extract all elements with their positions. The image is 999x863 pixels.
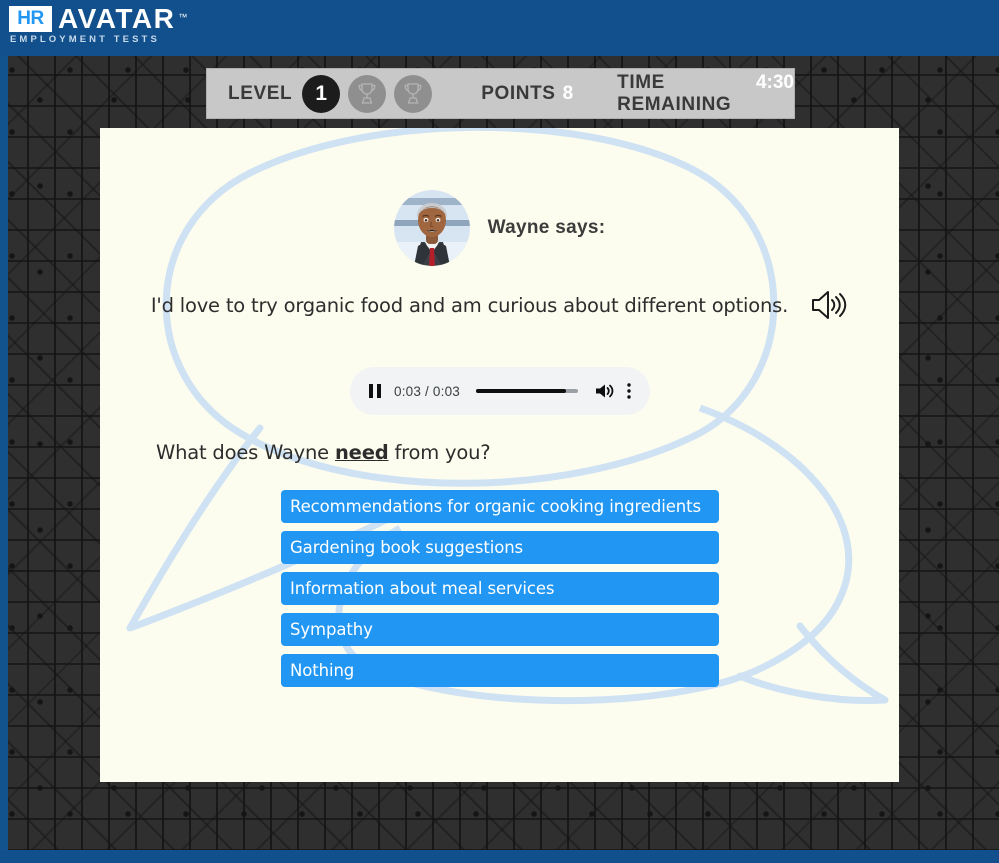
logo-tagline: EMPLOYMENT TESTS (10, 34, 160, 45)
level-label: LEVEL (228, 82, 293, 104)
points-value: 8 (562, 82, 574, 104)
audio-progress-fill (476, 389, 566, 393)
answer-option-1[interactable]: Recommendations for organic cooking ingr… (281, 490, 719, 523)
trademark-symbol: ™ (178, 12, 188, 22)
audio-player[interactable]: 0:03 / 0:03 (350, 367, 650, 415)
more-vertical-icon[interactable] (626, 382, 632, 400)
time-remaining-value: 4:30 (755, 71, 794, 93)
answer-options-list: Recommendations for organic cooking ingr… (281, 490, 719, 687)
app-header: HR AVATAR ™ EMPLOYMENT TESTS (0, 0, 999, 56)
volume-icon[interactable] (594, 382, 614, 400)
speaker-row: Wayne says: (100, 190, 899, 266)
logo-wordmark-text: AVATAR (58, 3, 176, 34)
dialogue-text: I'd love to try organic food and am curi… (150, 293, 789, 317)
app-footer (0, 850, 999, 863)
question-emphasis: need (334, 441, 389, 464)
trophy-icon-1 (348, 74, 387, 113)
level-group: LEVEL 1 (228, 74, 433, 113)
left-accent-strip (0, 56, 8, 851)
question-suffix: from you? (388, 441, 491, 464)
level-badge: 1 (302, 74, 341, 113)
speaker-icon[interactable] (810, 288, 848, 322)
pause-icon[interactable] (368, 383, 382, 399)
logo-hr-mark: HR (9, 6, 52, 32)
answer-option-4[interactable]: Sympathy (281, 613, 719, 646)
scenario-card: Wayne says: I'd love to try organic food… (100, 128, 899, 782)
logo-wordmark: AVATAR ™ (58, 3, 187, 34)
answer-option-5[interactable]: Nothing (281, 654, 719, 687)
question-text: What does Wayne need from you? (156, 441, 491, 464)
audio-progress-bar[interactable] (476, 389, 578, 393)
answer-option-3[interactable]: Information about meal services (281, 572, 719, 605)
audio-time-display: 0:03 / 0:03 (394, 383, 461, 399)
avatar (393, 190, 470, 266)
app-root: HR AVATAR ™ EMPLOYMENT TESTS LEVEL 1 POI… (0, 0, 999, 863)
dialogue-row: I'd love to try organic food and am curi… (100, 288, 899, 322)
game-status-bar: LEVEL 1 POINTS 8 TIME REMAINING 4:30 (206, 68, 795, 119)
brand-logo[interactable]: HR AVATAR ™ (9, 3, 187, 34)
points-group: POINTS 8 (481, 83, 573, 105)
time-remaining-group: TIME REMAINING 4:30 (617, 72, 794, 116)
trophy-icon-2 (394, 74, 433, 113)
speaker-name: Wayne says: (487, 217, 606, 238)
question-prefix: What does Wayne (156, 441, 335, 464)
points-label: POINTS (481, 82, 556, 104)
answer-option-2[interactable]: Gardening book suggestions (281, 531, 719, 564)
time-remaining-label: TIME REMAINING (617, 71, 732, 115)
